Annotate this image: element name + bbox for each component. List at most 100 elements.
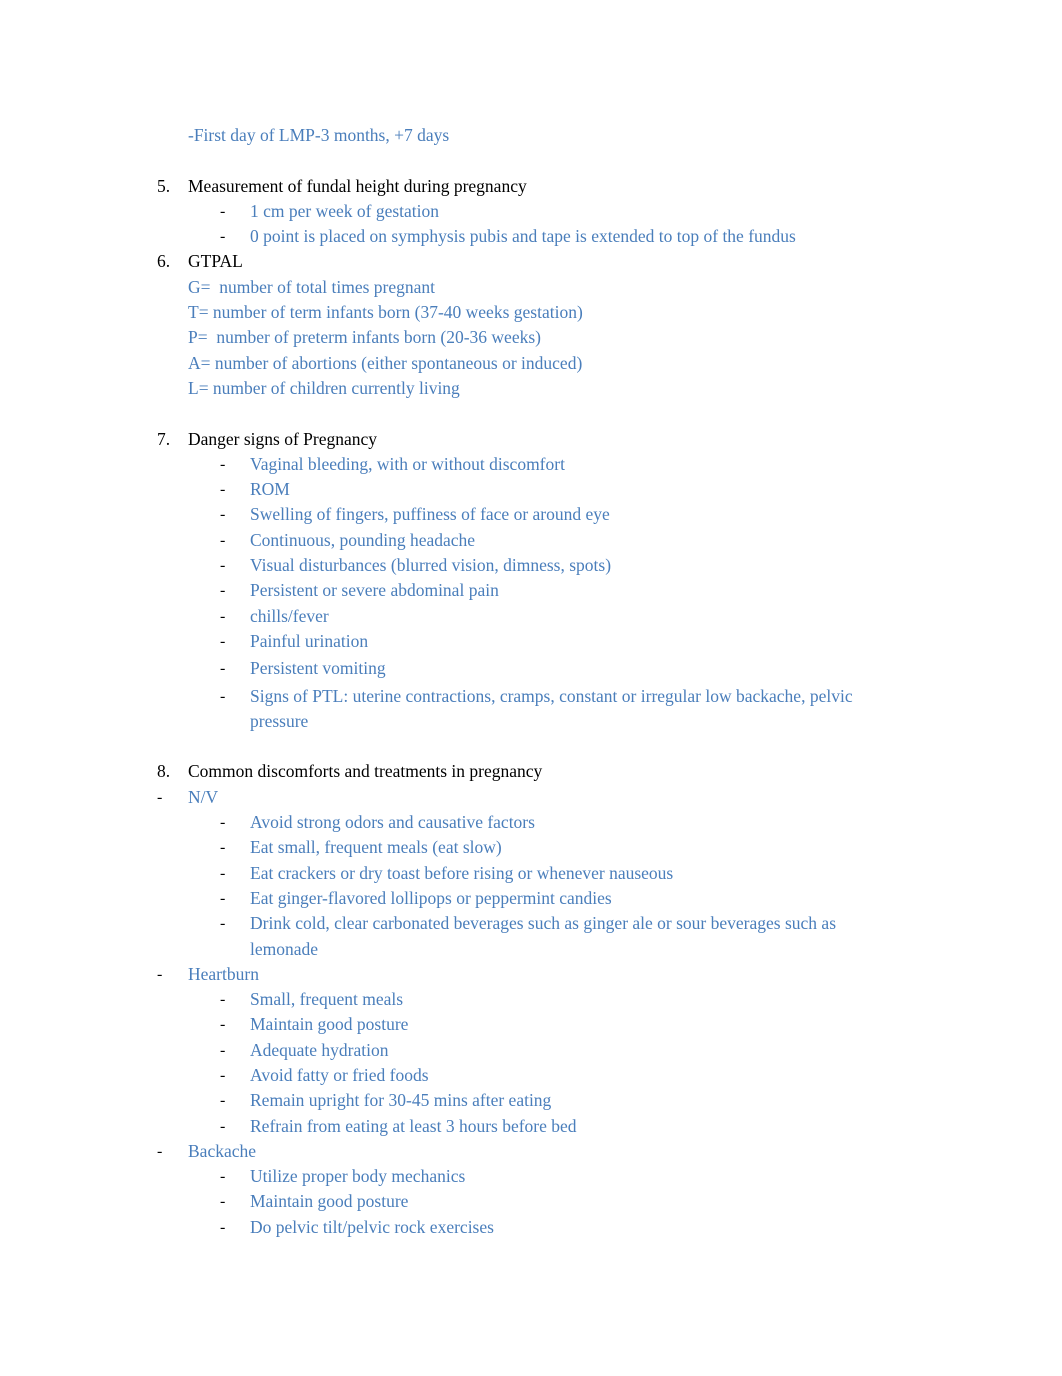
list-item-text: Persistent vomiting — [250, 658, 386, 679]
gtpal-line-g: G= number of total times pregnant — [157, 275, 888, 300]
list-item: - Maintain good posture — [157, 1012, 920, 1037]
dash-bullet-icon: - — [157, 965, 163, 983]
list-item-text: Adequate hydration — [250, 1039, 389, 1060]
list-item: - Maintain good posture — [157, 1189, 920, 1214]
list-item-text: Eat crackers or dry toast before rising … — [250, 862, 674, 883]
list-item-5: 5. Measurement of fundal height during p… — [157, 174, 857, 199]
dash-bullet-icon: - — [220, 1041, 226, 1059]
dash-bullet-icon: - — [220, 632, 226, 650]
list-item: - Visual disturbances (blurred vision, d… — [157, 553, 920, 578]
list-item-text: Painful urination — [250, 630, 369, 651]
section-heading-6: GTPAL — [188, 251, 243, 272]
dash-bullet-icon: - — [220, 1092, 226, 1110]
gtpal-text-l: L= number of children currently living — [188, 377, 460, 398]
list-item: - Utilize proper body mechanics — [157, 1164, 920, 1189]
dash-bullet-icon: - — [220, 228, 226, 246]
list-item: - chills/fever — [157, 604, 920, 629]
list-item: - Eat small, frequent meals (eat slow) — [157, 835, 920, 860]
dash-bullet-icon: - — [220, 582, 226, 600]
gtpal-line-l: L= number of children currently living — [157, 376, 888, 401]
intro-note-line: -First day of LMP-3 months, +7 days — [157, 123, 888, 148]
list-item: - Remain upright for 30-45 mins after ea… — [157, 1088, 920, 1113]
gtpal-text-a: A= number of abortions (either spontaneo… — [188, 352, 583, 373]
list-number-7: 7. — [157, 428, 171, 449]
list-item: - Eat crackers or dry toast before risin… — [157, 861, 920, 886]
document-body: -First day of LMP-3 months, +7 days 5. M… — [157, 123, 857, 1240]
dash-bullet-icon: - — [220, 864, 226, 882]
dash-bullet-icon: - — [220, 531, 226, 549]
list-item-text: Avoid fatty or fried foods — [250, 1064, 429, 1085]
dash-bullet-icon: - — [157, 788, 163, 806]
gtpal-text-t: T= number of term infants born (37-40 we… — [188, 302, 583, 323]
gtpal-text-g: G= number of total times pregnant — [188, 276, 436, 297]
list-item: - Swelling of fingers, puffiness of face… — [157, 502, 920, 527]
list-item-text: Do pelvic tilt/pelvic rock exercises — [250, 1216, 494, 1237]
list-item: - Avoid fatty or fried foods — [157, 1063, 920, 1088]
list-number-8: 8. — [157, 761, 171, 782]
list-item-text: Persistent or severe abdominal pain — [250, 580, 499, 601]
list-item: - Painful urination — [157, 629, 920, 654]
list-item: - Continuous, pounding headache — [157, 528, 920, 553]
group-label-row: - Heartburn — [157, 962, 857, 987]
gtpal-line-p: P= number of preterm infants born (20-36… — [157, 325, 888, 350]
dash-bullet-icon: - — [220, 991, 226, 1009]
list-item: - Adequate hydration — [157, 1038, 920, 1063]
dash-bullet-icon: - — [220, 1168, 226, 1186]
list-item: - 1 cm per week of gestation — [157, 199, 920, 224]
section-heading-7: Danger signs of Pregnancy — [188, 428, 378, 449]
intro-note-text: -First day of LMP-3 months, +7 days — [188, 125, 450, 145]
dash-bullet-icon: - — [220, 915, 226, 933]
list-item-text: Maintain good posture — [250, 1014, 409, 1035]
list-item: - Signs of PTL: uterine contractions, cr… — [157, 684, 920, 735]
list-item-text: Avoid strong odors and causative factors — [250, 812, 535, 833]
list-item-text: ROM — [250, 479, 290, 500]
list-item: - Persistent vomiting — [157, 656, 920, 681]
list-item: - 0 point is placed on symphysis pubis a… — [157, 224, 920, 249]
list-item-text: 0 point is placed on symphysis pubis and… — [250, 226, 796, 247]
list-item: - Persistent or severe abdominal pain — [157, 578, 920, 603]
list-item: - Do pelvic tilt/pelvic rock exercises — [157, 1215, 920, 1240]
dash-bullet-icon: - — [220, 660, 226, 678]
dash-bullet-icon: - — [220, 481, 226, 499]
list-item: - Avoid strong odors and causative facto… — [157, 810, 920, 835]
list-item-8: 8. Common discomforts and treatments in … — [157, 759, 857, 784]
list-item-text: Visual disturbances (blurred vision, dim… — [250, 555, 612, 576]
list-item-text: Drink cold, clear carbonated beverages s… — [250, 913, 837, 959]
list-item: - Refrain from eating at least 3 hours b… — [157, 1114, 920, 1139]
dash-bullet-icon: - — [220, 1193, 226, 1211]
list-item-6: 6. GTPAL — [157, 249, 857, 274]
list-item-text: Signs of PTL: uterine contractions, cram… — [250, 685, 853, 731]
list-item-text: Eat small, frequent meals (eat slow) — [250, 837, 502, 858]
list-item-text: Refrain from eating at least 3 hours bef… — [250, 1115, 577, 1136]
group-label-text: Heartburn — [188, 963, 259, 984]
list-item-text: Utilize proper body mechanics — [250, 1166, 466, 1187]
list-item: - Drink cold, clear carbonated beverages… — [157, 911, 920, 962]
dash-bullet-icon: - — [220, 1066, 226, 1084]
list-item: - Eat ginger-flavored lollipops or peppe… — [157, 886, 920, 911]
list-number-5: 5. — [157, 175, 171, 196]
list-item-text: Vaginal bleeding, with or without discom… — [250, 453, 565, 474]
list-number-6: 6. — [157, 251, 171, 272]
gtpal-text-p: P= number of preterm infants born (20-36… — [188, 327, 541, 348]
dash-bullet-icon: - — [220, 455, 226, 473]
list-item: - ROM — [157, 477, 920, 502]
list-item-text: Small, frequent meals — [250, 989, 404, 1010]
list-item-text: Swelling of fingers, puffiness of face o… — [250, 504, 610, 525]
dash-bullet-icon: - — [220, 687, 226, 705]
dash-bullet-icon: - — [220, 557, 226, 575]
dash-bullet-icon: - — [220, 506, 226, 524]
list-item: - Vaginal bleeding, with or without disc… — [157, 452, 920, 477]
group-label-row: - N/V — [157, 785, 857, 810]
list-item-7: 7. Danger signs of Pregnancy — [157, 427, 857, 452]
list-item: - Small, frequent meals — [157, 987, 920, 1012]
dash-bullet-icon: - — [220, 202, 226, 220]
dash-bullet-icon: - — [220, 814, 226, 832]
dash-bullet-icon: - — [220, 1016, 226, 1034]
list-item-text: Remain upright for 30-45 mins after eati… — [250, 1090, 552, 1111]
section-heading-8: Common discomforts and treatments in pre… — [188, 761, 543, 782]
section-heading-5: Measurement of fundal height during preg… — [188, 175, 527, 196]
dash-bullet-icon: - — [220, 1117, 226, 1135]
